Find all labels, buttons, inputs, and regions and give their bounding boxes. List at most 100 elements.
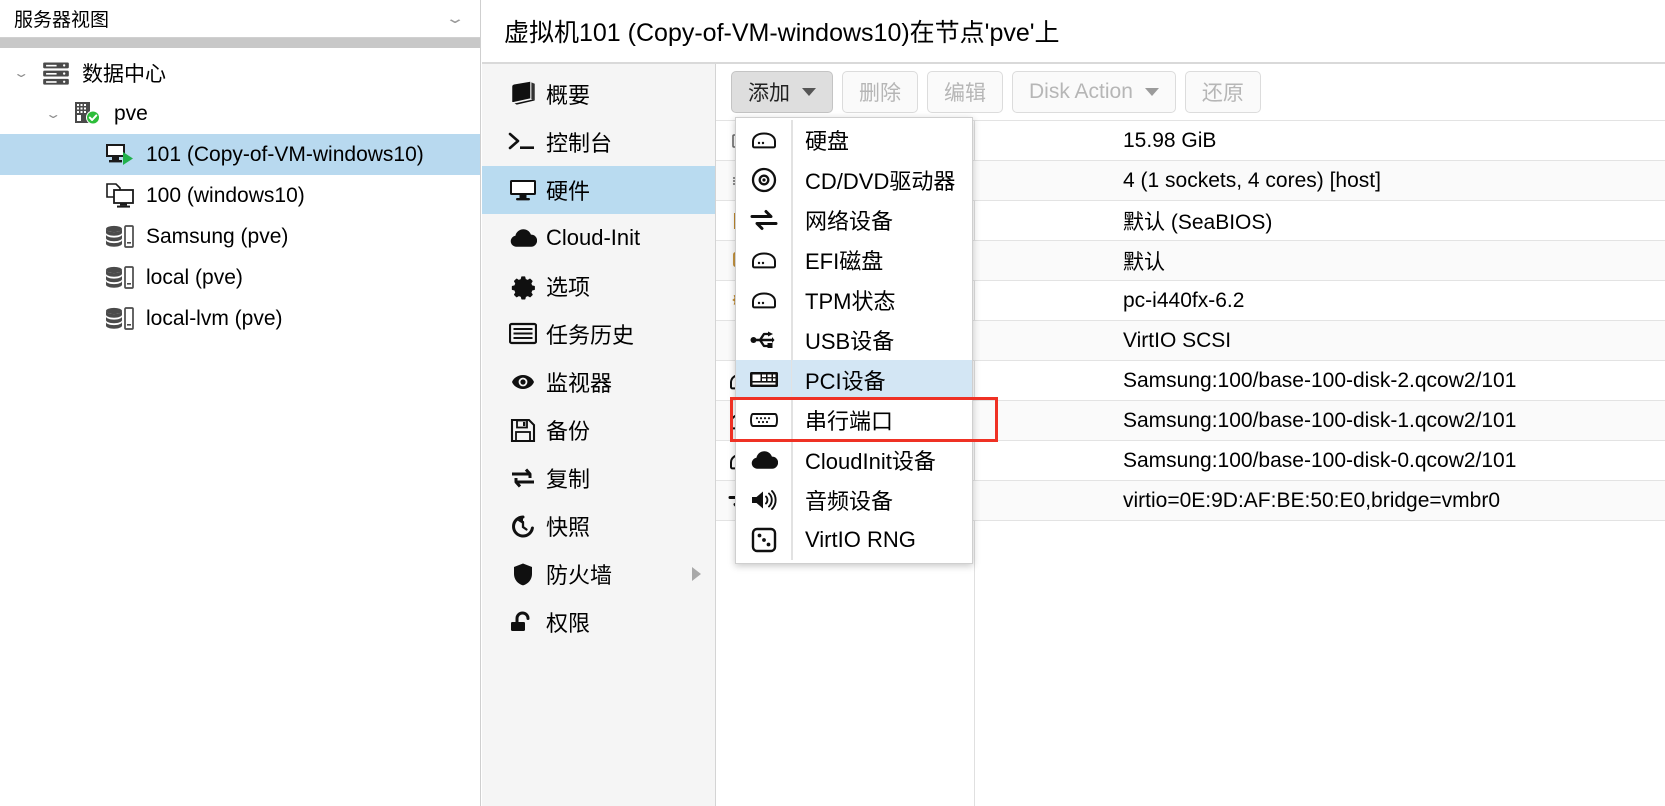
chevron-down-icon <box>1144 88 1159 96</box>
add-menu-item-label: 网络设备 <box>805 209 894 234</box>
vm-nav-item-0[interactable]: 概要 <box>482 70 715 118</box>
hardware-toolbar: 添加 删除 编辑 Disk Action 还原 <box>716 64 1665 120</box>
add-menu-item-label: EFI磁盘 <box>805 249 884 274</box>
vm-nav-item-label: 防火墙 <box>546 563 613 588</box>
vm-nav-item-7[interactable]: 备份 <box>482 406 715 454</box>
add-dropdown-menu[interactable]: 硬盘 CD/DVD驱动器 网络设备 EFI磁盘 TPM状态 USB设备 PCI设备串行端口 C… <box>735 117 973 564</box>
add-menu-item-label: VirtIO RNG <box>805 527 916 552</box>
toolbar-button-label: Disk Action <box>1029 80 1133 103</box>
table-cell-value: 默认 (SeaBIOS) <box>1123 210 1273 234</box>
add-menu-item-8[interactable]: CloudInit设备 <box>736 440 972 480</box>
tree-node-label: local (pve) <box>146 265 243 289</box>
chevron-right-icon <box>692 567 701 581</box>
toolbar-button-3: Disk Action <box>1012 71 1176 113</box>
vm-nav-item-label: 权限 <box>546 611 591 636</box>
storage-icon <box>100 224 140 250</box>
add-menu-item-label: CloudInit设备 <box>805 449 936 474</box>
server-view-header[interactable]: 服务器视图 ⌄ <box>0 0 480 38</box>
vm-nav-item-6[interactable]: 监视器 <box>482 358 715 406</box>
gear-icon <box>504 273 542 300</box>
vm-nav-item-10[interactable]: 防火墙 <box>482 550 715 598</box>
tree-node-5[interactable]: local (pve) <box>0 257 480 298</box>
add-menu-item-7[interactable]: 串行端口 <box>736 400 972 440</box>
tree-node-label: local-lvm (pve) <box>146 306 283 330</box>
add-menu-item-4[interactable]: TPM状态 <box>736 280 972 320</box>
vm-nav-item-11[interactable]: 权限 <box>482 598 715 646</box>
tree-twisty-expanded-icon[interactable]: ⌄ <box>6 64 36 82</box>
vm-nav-item-label: 快照 <box>546 515 591 540</box>
harddisk-icon <box>736 280 792 320</box>
dice-icon <box>736 520 792 560</box>
add-menu-item-6[interactable]: PCI设备 <box>736 360 972 400</box>
vm-nav-item-4[interactable]: 选项 <box>482 262 715 310</box>
toolbar-button-2: 编辑 <box>927 71 1003 113</box>
toolbar-button-label: 添加 <box>748 82 790 105</box>
storage-icon <box>100 265 140 291</box>
add-menu-item-label: 硬盘 <box>805 129 850 154</box>
network-icon <box>736 200 792 240</box>
tree-node-4[interactable]: Samsung (pve) <box>0 216 480 257</box>
table-cell-value: virtio=0E:9D:AF:BE:50:E0,bridge=vmbr0 <box>1123 488 1501 512</box>
add-menu-item-label: 音频设备 <box>805 489 894 514</box>
cloud-icon <box>736 440 792 480</box>
toolbar-button-0[interactable]: 添加 <box>731 71 833 113</box>
vm-nav-item-label: 硬件 <box>546 179 591 204</box>
add-menu-item-1[interactable]: CD/DVD驱动器 <box>736 160 972 200</box>
chevron-down-icon[interactable]: ⌄ <box>445 11 466 25</box>
cloud-icon <box>504 224 542 252</box>
node-online-icon <box>68 100 108 128</box>
vm-nav-item-9[interactable]: 快照 <box>482 502 715 550</box>
add-menu-item-label: CD/DVD驱动器 <box>805 169 956 194</box>
add-menu-item-label: PCI设备 <box>805 369 886 394</box>
tree-node-label: 数据中心 <box>82 62 166 86</box>
vm-nav-item-2[interactable]: 硬件 <box>482 166 715 214</box>
table-cell-value: Samsung:100/base-100-disk-0.qcow2/101 <box>1123 448 1517 472</box>
vm-nav-item-label: 选项 <box>546 275 591 300</box>
table-cell-value: Samsung:100/base-100-disk-1.qcow2/101 <box>1123 408 1517 432</box>
tree-node-3[interactable]: 100 (windows10) <box>0 175 480 216</box>
add-menu-item-label: TPM状态 <box>805 289 896 314</box>
add-menu-item-10[interactable]: VirtIO RNG <box>736 520 972 560</box>
book-icon <box>504 81 542 108</box>
add-menu-item-5[interactable]: USB设备 <box>736 320 972 360</box>
speaker-icon <box>736 480 792 520</box>
tree-node-label: 100 (windows10) <box>146 183 305 207</box>
datacenter-icon <box>36 59 76 87</box>
tree-node-0[interactable]: ⌄ 数据中心 <box>0 52 480 93</box>
qemu-template-icon <box>100 182 140 209</box>
vm-nav-item-8[interactable]: 复制 <box>482 454 715 502</box>
vm-nav-item-1[interactable]: 控制台 <box>482 118 715 166</box>
vm-nav-item-label: 任务历史 <box>546 323 635 348</box>
add-menu-item-0[interactable]: 硬盘 <box>736 120 972 160</box>
unlock-icon <box>504 610 542 635</box>
toolbar-button-label: 还原 <box>1201 82 1244 105</box>
tree-node-2[interactable]: 101 (Copy-of-VM-windows10) <box>0 134 480 175</box>
floppy-icon <box>504 418 542 443</box>
serial-port-icon <box>736 400 792 440</box>
tree-node-1[interactable]: ⌄ pve <box>0 93 480 134</box>
table-cell-value: 15.98 GiB <box>1123 128 1217 152</box>
add-menu-item-label: 串行端口 <box>805 409 894 434</box>
vm-nav-item-3[interactable]: Cloud-Init <box>482 214 715 262</box>
tree-twisty-expanded-icon[interactable]: ⌄ <box>38 105 68 123</box>
add-menu-item-9[interactable]: 音频设备 <box>736 480 972 520</box>
toolbar-button-label: 删除 <box>859 82 901 105</box>
vm-nav-list: 概要 控制台硬件 Cloud-Init 选项任务历史监视器 备份复制快照防火墙权限 <box>482 64 716 806</box>
tree-node-label: pve <box>114 101 148 125</box>
tree-node-6[interactable]: local-lvm (pve) <box>0 298 480 339</box>
table-cell-value: pc-i440fx-6.2 <box>1123 288 1245 312</box>
toolbar-button-label: 编辑 <box>944 82 986 105</box>
resource-tree: ⌄ 数据中心 ⌄ pve 101 (Copy-of-VM-windows10) 100 (… <box>0 48 480 339</box>
toolbar-button-1: 删除 <box>842 71 918 113</box>
add-menu-item-label: USB设备 <box>805 329 895 354</box>
page-title: 虚拟机101 (Copy-of-VM-windows10)在节点'pve'上 <box>504 19 1060 47</box>
eye-icon <box>504 370 542 394</box>
storage-icon <box>100 306 140 332</box>
harddisk-icon <box>736 120 792 160</box>
tree-node-label: Samsung (pve) <box>146 224 289 248</box>
vm-detail-pane: 虚拟机101 (Copy-of-VM-windows10)在节点'pve'上 概… <box>482 0 1665 806</box>
vm-nav-item-5[interactable]: 任务历史 <box>482 310 715 358</box>
vm-nav-item-label: 复制 <box>546 467 591 492</box>
add-menu-item-3[interactable]: EFI磁盘 <box>736 240 972 280</box>
add-menu-item-2[interactable]: 网络设备 <box>736 200 972 240</box>
